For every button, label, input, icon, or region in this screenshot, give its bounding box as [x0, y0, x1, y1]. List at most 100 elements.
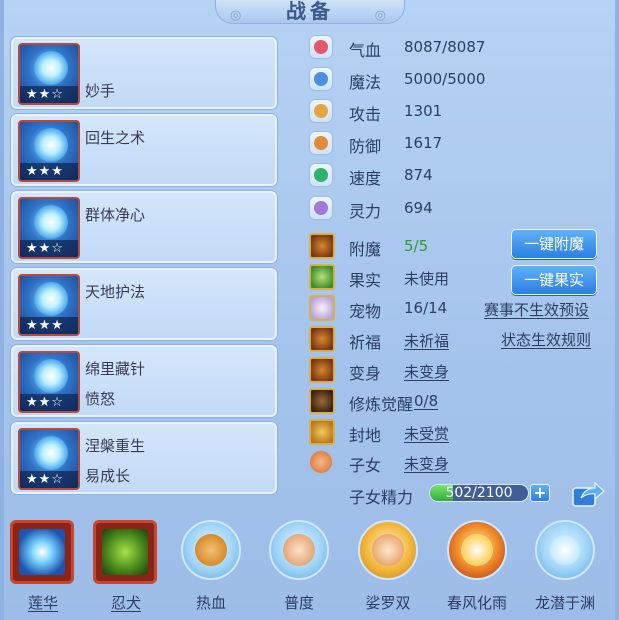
- skill-name: 涅槃重生: [85, 437, 146, 455]
- blessing-label: 祈福: [349, 333, 382, 352]
- skill-sub: 妙手: [85, 82, 116, 100]
- fruit-icon: [309, 264, 335, 290]
- swirl-ornament-left: ◎: [230, 8, 246, 23]
- skill-stars: ★★☆: [20, 394, 78, 411]
- skill-name: 回生之术: [85, 129, 146, 147]
- skill-icon: ★★☆: [18, 43, 80, 105]
- child-icon: [309, 450, 333, 474]
- share-icon[interactable]: [571, 480, 605, 508]
- stat-label-attack: 攻击: [349, 105, 382, 124]
- stat-value-mp: 5000/5000: [404, 70, 486, 88]
- stat-value-spirit: 694: [404, 199, 433, 217]
- skill-card-1[interactable]: ★★☆ 妙手: [11, 37, 277, 109]
- stat-value-speed: 874: [404, 166, 433, 184]
- bottom-skill-hotblood[interactable]: 热血: [178, 520, 244, 612]
- skill-card-3[interactable]: ★★☆ 群体净心: [11, 191, 277, 263]
- transform-icon: [309, 357, 335, 383]
- skill-sub: 愤怒: [85, 390, 116, 408]
- one-click-enchant-button[interactable]: 一键附魔: [511, 229, 597, 259]
- bottom-skill-label: 龙潜于渊: [534, 594, 595, 612]
- dragon-icon: [535, 520, 595, 580]
- bottom-skill-pudu[interactable]: 普度: [266, 520, 332, 612]
- bottom-skill-label: 热血: [195, 594, 226, 612]
- shield-icon: [309, 131, 333, 155]
- skill-icon: ★★☆: [18, 197, 80, 259]
- stat-value-attack: 1301: [404, 102, 443, 120]
- child-energy-bar: 502/2100: [429, 484, 529, 502]
- hotblood-icon: [181, 520, 241, 580]
- skill-sub: 易成长: [85, 467, 131, 485]
- stat-label-speed: 速度: [349, 169, 382, 188]
- bottom-skill-label: 莲华: [27, 594, 58, 612]
- stat-label-defense: 防御: [349, 137, 382, 156]
- skill-icon: ★★☆: [18, 351, 80, 413]
- palm-icon: [269, 520, 329, 580]
- enchant-label: 附魔: [349, 240, 382, 259]
- speed-icon: [309, 163, 333, 187]
- skill-card-5[interactable]: ★★☆ 绵里藏针 愤怒: [11, 345, 277, 417]
- skill-card-4[interactable]: ★★★ 天地护法: [11, 268, 277, 340]
- wolf-icon: [93, 520, 157, 584]
- bottom-skill-wolf[interactable]: 忍犬: [93, 520, 159, 612]
- awaken-label: 修炼觉醒: [349, 395, 414, 414]
- stat-label-spirit: 灵力: [349, 202, 382, 221]
- stat-value-hp: 8087/8087: [404, 38, 486, 56]
- lotus-icon: [10, 520, 74, 584]
- bottom-skill-label: 春风化雨: [446, 594, 507, 612]
- event-preset-link[interactable]: 赛事不生效预设: [484, 299, 589, 320]
- skill-stars: ★★★: [20, 317, 78, 334]
- swirl-ornament-right: ◎: [374, 8, 390, 23]
- fire-burst-icon: [447, 520, 507, 580]
- transform-value[interactable]: 未变身: [404, 361, 449, 382]
- fruit-value: 未使用: [404, 270, 450, 288]
- panel-title: 战备: [286, 0, 334, 23]
- skill-icon: ★★☆: [18, 428, 80, 490]
- transform-label: 变身: [349, 364, 382, 383]
- awaken-icon: [309, 388, 335, 414]
- mana-icon: [309, 67, 333, 91]
- skill-stars: ★★☆: [20, 240, 78, 257]
- bottom-skill-suoluoshuang[interactable]: 娑罗双: [355, 520, 421, 612]
- spirit-icon: [309, 196, 333, 220]
- bottom-skill-dragon[interactable]: 龙潜于渊: [532, 520, 598, 612]
- skill-name: 天地护法: [85, 283, 146, 301]
- one-click-fruit-button[interactable]: 一键果实: [511, 265, 597, 295]
- awaken-value[interactable]: 0/8: [414, 392, 438, 410]
- blessing-value[interactable]: 未祈福: [404, 330, 449, 351]
- child-value[interactable]: 未变身: [404, 453, 449, 474]
- skill-stars: ★★☆: [20, 86, 78, 103]
- enchant-value: 5/5: [404, 237, 429, 255]
- fief-icon: [309, 419, 335, 445]
- bottom-skill-chunfeng[interactable]: 春风化雨: [444, 520, 510, 612]
- skill-icon: ★★★: [18, 120, 80, 182]
- skill-name: 绵里藏针: [85, 360, 146, 378]
- enchant-icon: [309, 233, 335, 259]
- skill-icon: ★★★: [18, 274, 80, 336]
- add-energy-button[interactable]: +: [530, 484, 550, 502]
- child-energy-value: 502/2100: [445, 485, 513, 501]
- skill-card-6[interactable]: ★★☆ 涅槃重生 易成长: [11, 422, 277, 494]
- skill-name: 群体净心: [85, 206, 146, 224]
- stat-label-hp: 气血: [349, 41, 382, 60]
- child-label: 子女: [349, 456, 382, 475]
- heart-icon: [309, 35, 333, 59]
- title-plate: ◎ 战备 ◎: [215, 0, 405, 24]
- pet-value: 16/14: [404, 299, 448, 317]
- fief-label: 封地: [349, 426, 382, 445]
- bottom-skill-label: 娑罗双: [365, 594, 411, 612]
- bottom-skill-lotus[interactable]: 莲华: [10, 520, 76, 612]
- skill-stars: ★★★: [20, 163, 78, 180]
- fief-value[interactable]: 未受赏: [404, 423, 449, 444]
- fist-icon: [358, 520, 418, 580]
- stat-label-mp: 魔法: [349, 73, 382, 92]
- status-rules-link[interactable]: 状态生效规则: [501, 329, 591, 350]
- child-energy-label: 子女精力: [349, 488, 414, 507]
- pet-icon: [309, 295, 335, 321]
- pet-label: 宠物: [349, 302, 382, 321]
- fruit-label: 果实: [349, 271, 382, 290]
- bottom-skill-label: 普度: [283, 594, 314, 612]
- skill-card-2[interactable]: ★★★ 回生之术: [11, 114, 277, 186]
- sword-icon: [309, 99, 333, 123]
- bottom-skill-label: 忍犬: [110, 594, 141, 612]
- skill-stars: ★★☆: [20, 471, 78, 488]
